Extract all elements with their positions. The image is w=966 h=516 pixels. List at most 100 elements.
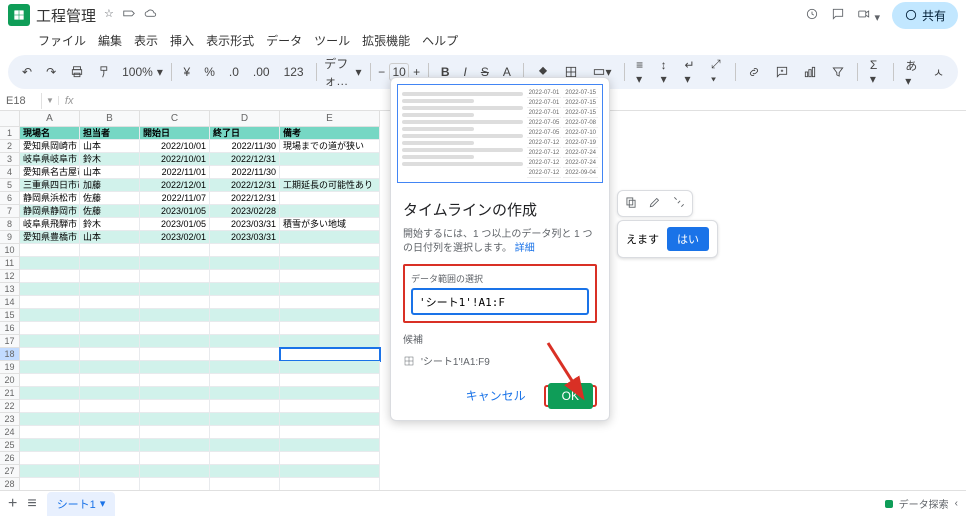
row-header-24[interactable]: 24 [0,426,20,439]
col-header-B[interactable]: B [80,111,140,127]
cell-25-B[interactable] [80,439,140,452]
menu-view[interactable]: 表示 [134,32,158,49]
wrap-button[interactable]: ↵ ▾ [681,56,701,88]
cell-1-D[interactable]: 終了日 [210,127,280,140]
cell-3-D[interactable]: 2022/12/31 [210,153,280,166]
cell-2-C[interactable]: 2022/10/01 [140,140,210,153]
cancel-button[interactable]: キャンセル [456,381,536,410]
cell-11-C[interactable] [140,257,210,270]
cell-26-E[interactable] [280,452,380,465]
meet-icon[interactable]: ▾ [857,7,880,24]
cell-7-A[interactable]: 静岡県静岡市 [20,205,80,218]
paint-format-button[interactable] [94,63,116,81]
zoom-select[interactable]: 100% ▾ [122,65,163,79]
cell-9-B[interactable]: 山本 [80,231,140,244]
menu-edit[interactable]: 編集 [98,32,122,49]
cell-9-D[interactable]: 2023/03/31 [210,231,280,244]
edit-icon[interactable] [648,195,662,212]
cell-20-E[interactable] [280,374,380,387]
cell-23-A[interactable] [20,413,80,426]
cell-16-B[interactable] [80,322,140,335]
cell-9-A[interactable]: 愛知県豊橋市 [20,231,80,244]
cell-21-E[interactable] [280,387,380,400]
sheets-logo[interactable] [8,4,30,26]
cell-2-E[interactable]: 現場までの道が狭い [280,140,380,153]
explore-button[interactable]: データ探索 [899,496,949,511]
row-header-22[interactable]: 22 [0,400,20,413]
cell-15-A[interactable] [20,309,80,322]
cell-9-C[interactable]: 2023/02/01 [140,231,210,244]
cell-2-D[interactable]: 2022/11/30 [210,140,280,153]
candidate-item[interactable]: 'シート1'!A1:F9 [403,350,597,371]
cell-3-B[interactable]: 鈴木 [80,153,140,166]
cell-10-C[interactable] [140,244,210,257]
row-header-15[interactable]: 15 [0,309,20,322]
cell-26-A[interactable] [20,452,80,465]
cell-15-C[interactable] [140,309,210,322]
cell-25-A[interactable] [20,439,80,452]
cell-21-A[interactable] [20,387,80,400]
link-off-icon[interactable] [672,195,686,212]
cell-19-B[interactable] [80,361,140,374]
row-header-20[interactable]: 20 [0,374,20,387]
cell-20-C[interactable] [140,374,210,387]
row-header-5[interactable]: 5 [0,179,20,192]
cell-20-B[interactable] [80,374,140,387]
cell-15-D[interactable] [210,309,280,322]
cell-10-E[interactable] [280,244,380,257]
menu-format[interactable]: 表示形式 [206,32,254,49]
cell-12-E[interactable] [280,270,380,283]
cell-11-A[interactable] [20,257,80,270]
cell-19-C[interactable] [140,361,210,374]
cell-17-B[interactable] [80,335,140,348]
row-header-18[interactable]: 18 [0,348,20,361]
cell-26-D[interactable] [210,452,280,465]
all-sheets-button[interactable]: ≡ [27,495,36,513]
cell-14-B[interactable] [80,296,140,309]
menu-extensions[interactable]: 拡張機能 [362,32,410,49]
row-header-1[interactable]: 1 [0,127,20,140]
input-tools-button[interactable]: あ ▾ [901,55,923,90]
cell-27-E[interactable] [280,465,380,478]
cell-24-B[interactable] [80,426,140,439]
cell-23-C[interactable] [140,413,210,426]
cell-22-A[interactable] [20,400,80,413]
row-header-21[interactable]: 21 [0,387,20,400]
menu-data[interactable]: データ [266,32,302,49]
row-header-19[interactable]: 19 [0,361,20,374]
cell-14-A[interactable] [20,296,80,309]
cell-5-C[interactable]: 2022/12/01 [140,179,210,192]
sheet-tab[interactable]: シート1 ▾ [47,492,116,516]
chevron-left-icon[interactable]: ‹ [955,498,958,509]
cell-26-C[interactable] [140,452,210,465]
cell-26-B[interactable] [80,452,140,465]
cell-21-B[interactable] [80,387,140,400]
cell-1-A[interactable]: 現場名 [20,127,80,140]
menu-file[interactable]: ファイル [38,32,86,49]
doc-title[interactable]: 工程管理 [36,5,96,26]
cell-12-B[interactable] [80,270,140,283]
font-select[interactable]: デフォ… ▾ [324,55,361,89]
col-header-D[interactable]: D [210,111,280,127]
cell-11-B[interactable] [80,257,140,270]
name-box-arrow[interactable]: ▼ [42,96,59,105]
cell-25-E[interactable] [280,439,380,452]
cell-15-B[interactable] [80,309,140,322]
cell-9-E[interactable] [280,231,380,244]
cell-18-E[interactable] [280,348,380,361]
move-icon[interactable] [122,7,136,24]
cell-17-A[interactable] [20,335,80,348]
cell-5-B[interactable]: 加藤 [80,179,140,192]
cell-24-D[interactable] [210,426,280,439]
cell-8-B[interactable]: 鈴木 [80,218,140,231]
cell-12-D[interactable] [210,270,280,283]
cell-16-E[interactable] [280,322,380,335]
row-header-27[interactable]: 27 [0,465,20,478]
cell-27-C[interactable] [140,465,210,478]
cell-16-A[interactable] [20,322,80,335]
cell-4-C[interactable]: 2022/11/01 [140,166,210,179]
cell-4-D[interactable]: 2022/11/30 [210,166,280,179]
cell-23-E[interactable] [280,413,380,426]
cell-17-C[interactable] [140,335,210,348]
cell-19-D[interactable] [210,361,280,374]
